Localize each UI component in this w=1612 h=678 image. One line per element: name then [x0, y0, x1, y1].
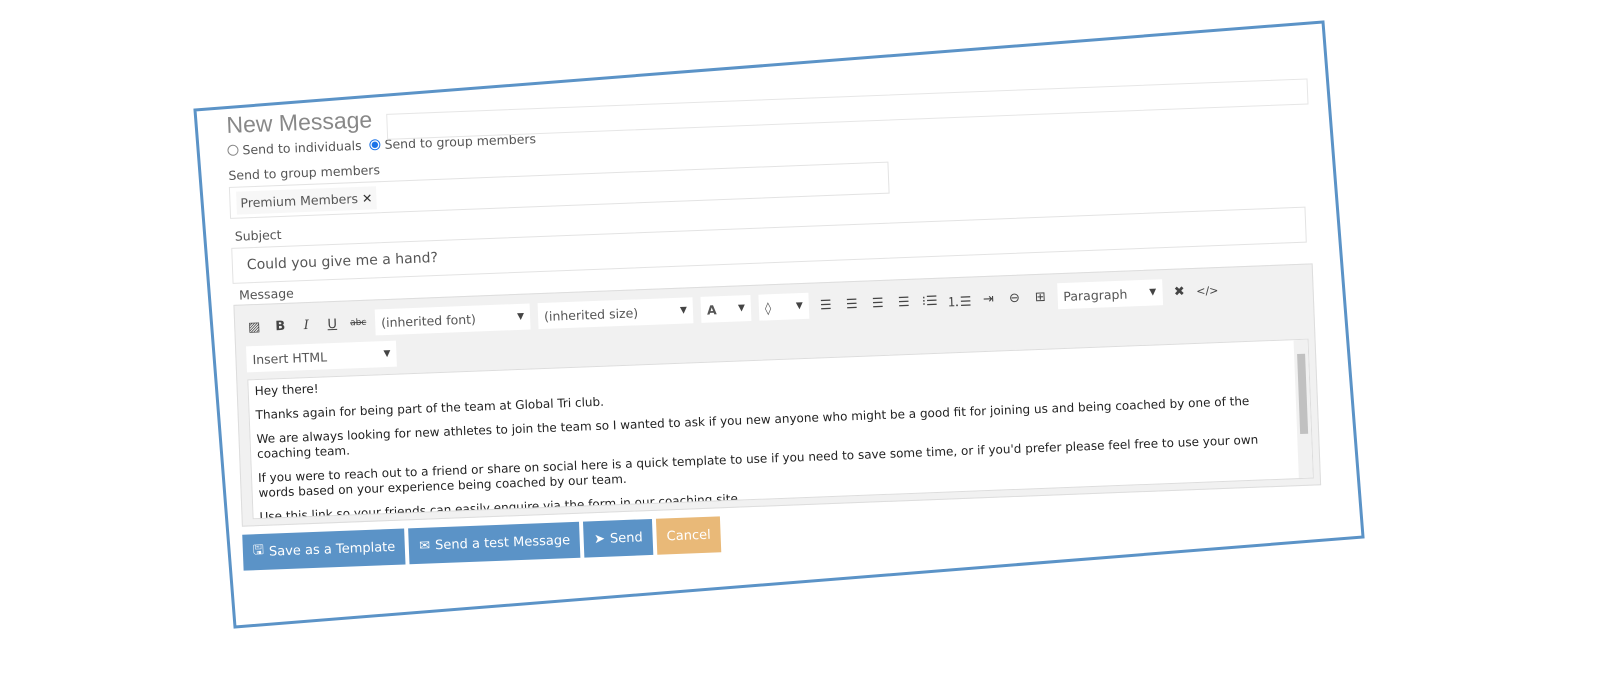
strikethrough-icon[interactable]: abc: [349, 318, 367, 329]
align-right-icon[interactable]: ☰: [869, 295, 888, 311]
code-icon[interactable]: </>: [1196, 284, 1219, 298]
radio-icon[interactable]: [227, 144, 239, 156]
group-tag: Premium Members ✕: [236, 185, 377, 215]
block-format-select[interactable]: Paragraph ▼: [1056, 279, 1163, 310]
message-editor: ▨ B I U abc (inherited font) ▼ (inherited…: [233, 263, 1322, 527]
clear-format-icon[interactable]: ✖: [1170, 284, 1189, 300]
radio-selected-icon[interactable]: [369, 139, 381, 151]
droplet-icon: ◊: [764, 299, 772, 315]
bold-icon[interactable]: B: [271, 318, 290, 334]
new-message-form: New Message Send to individuals Send to …: [226, 70, 1339, 602]
font-color-button[interactable]: A ▼: [700, 295, 752, 323]
cancel-button[interactable]: Cancel: [655, 516, 722, 555]
radio-send-individuals[interactable]: Send to individuals: [227, 138, 362, 158]
size-select[interactable]: (inherited size) ▼: [537, 297, 694, 330]
insert-html-select[interactable]: Insert HTML ▼: [246, 340, 397, 373]
link-icon[interactable]: ⊖: [1005, 290, 1024, 306]
italic-icon[interactable]: I: [297, 317, 316, 333]
image-icon[interactable]: ▨: [245, 319, 264, 335]
underline-icon[interactable]: U: [323, 316, 342, 332]
save-template-button[interactable]: 🖫 Save as a Template: [242, 528, 406, 571]
indent-icon[interactable]: ⇥: [979, 291, 998, 307]
justify-icon[interactable]: ☰: [895, 294, 914, 310]
scrollbar[interactable]: [1293, 339, 1313, 479]
send-button[interactable]: ➤ Send: [583, 518, 654, 558]
send-test-button[interactable]: ✉ Send a test Message: [408, 521, 581, 565]
font-select[interactable]: (inherited font) ▼: [374, 303, 531, 336]
align-center-icon[interactable]: ☰: [843, 296, 862, 312]
envelope-icon: ✉: [418, 537, 431, 554]
paper-plane-icon: ➤: [593, 531, 606, 547]
table-icon[interactable]: ⊞: [1031, 289, 1050, 305]
highlight-button[interactable]: ◊ ▼: [758, 292, 810, 321]
scrollbar-thumb[interactable]: [1297, 353, 1309, 435]
remove-tag-icon[interactable]: ✕: [362, 190, 373, 205]
align-left-icon[interactable]: ☰: [817, 297, 836, 313]
bullet-list-icon[interactable]: ⁝☰: [920, 293, 939, 309]
numbered-list-icon[interactable]: ⒈☰: [946, 290, 972, 310]
floppy-icon: 🖫: [252, 542, 265, 559]
